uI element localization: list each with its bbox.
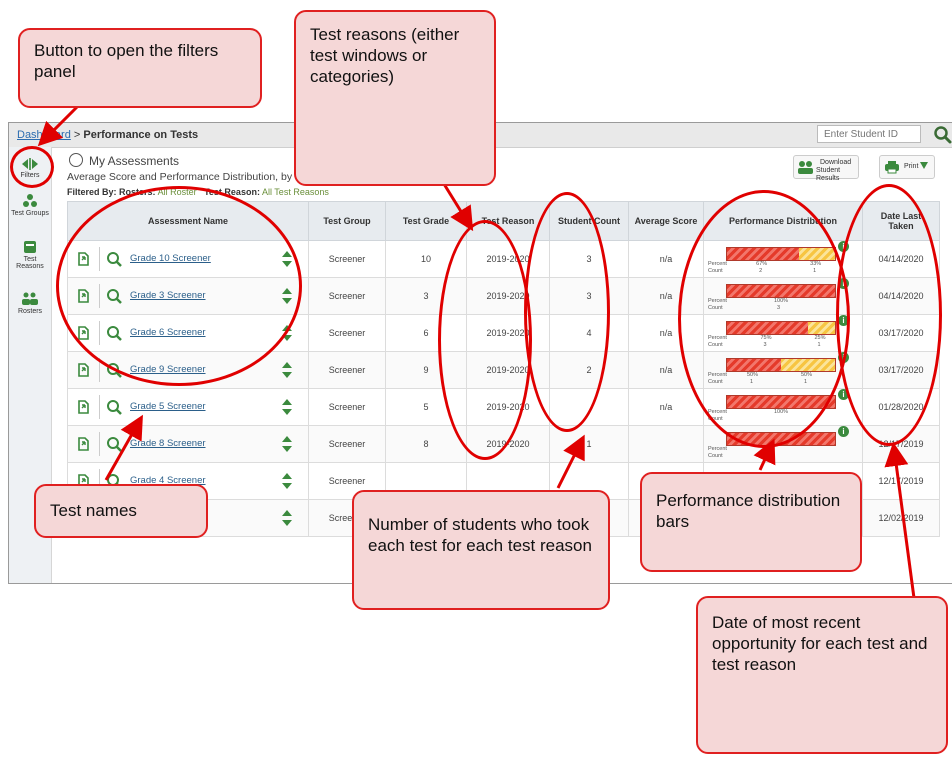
arrow-reasons bbox=[442, 183, 474, 232]
callout-date-last-taken: Date of most recent opportunity for each… bbox=[696, 596, 948, 754]
highlight-ring-names bbox=[56, 186, 302, 386]
highlight-ring-students bbox=[524, 192, 610, 432]
arrow-students bbox=[556, 434, 585, 489]
arrow-filters bbox=[37, 102, 82, 147]
callout-performance-bars: Performance distribution bars bbox=[640, 472, 862, 572]
highlight-ring-filters bbox=[10, 146, 54, 188]
callout-filters: Button to open the filters panel bbox=[18, 28, 262, 108]
callout-test-names: Test names bbox=[34, 484, 208, 538]
callout-student-count: Number of students who took each test fo… bbox=[352, 490, 610, 610]
arrow-date bbox=[884, 442, 916, 599]
highlight-ring-date bbox=[836, 184, 942, 446]
arrow-names bbox=[104, 414, 143, 481]
highlight-ring-reasons bbox=[438, 220, 532, 460]
highlight-ring-perf bbox=[678, 190, 850, 448]
callout-test-reasons: Test reasons (either test windows or cat… bbox=[294, 10, 496, 186]
